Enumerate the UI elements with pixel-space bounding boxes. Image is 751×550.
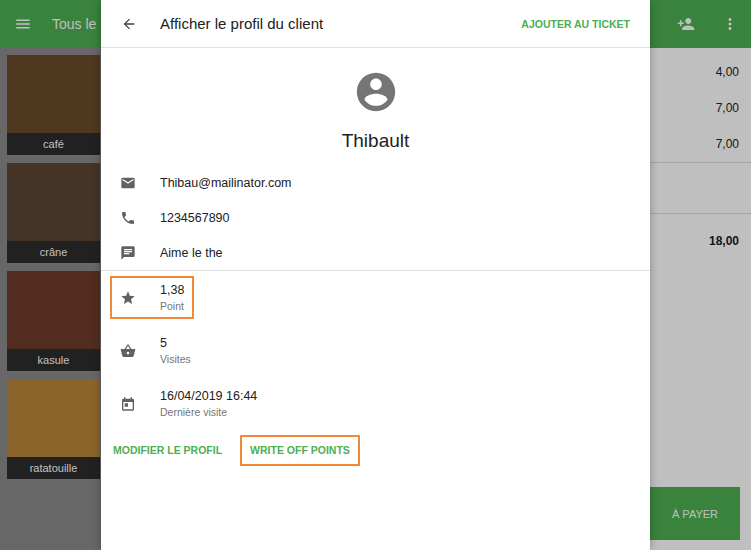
contact-text: 1234567890 <box>160 211 230 225</box>
stat-label: Dernière visite <box>160 405 257 419</box>
stat-box: 1,38Point <box>110 276 194 319</box>
contact-row: 1234567890 <box>101 200 650 235</box>
stats-list: 1,38Point 5Visites 16/04/2019 16:44Dernièr… <box>101 271 650 430</box>
avatar-icon <box>353 69 399 115</box>
stat-text: 1,38Point <box>160 282 184 313</box>
note-icon <box>120 245 136 261</box>
contact-list: Thibau@mailinator.com 1234567890 Aime le t… <box>101 165 650 271</box>
add-to-ticket-button[interactable]: AJOUTER AU TICKET <box>513 16 638 32</box>
calendar-icon <box>120 396 136 412</box>
stat-row: 16/04/2019 16:44Dernière visite <box>101 377 650 430</box>
contact-text: Thibau@mailinator.com <box>160 176 292 190</box>
contact-row: Aime le the <box>101 235 650 270</box>
stat-label: Point <box>160 299 184 313</box>
phone-icon <box>120 210 136 226</box>
dialog-actions: MODIFIER LE PROFIL WRITE OFF POINTS <box>101 430 650 470</box>
contact-row: Thibau@mailinator.com <box>101 165 650 200</box>
stat-box: 5Visites <box>110 329 201 372</box>
customer-profile-dialog: Afficher le profil du client AJOUTER AU T… <box>101 0 650 550</box>
dialog-action-button[interactable]: MODIFIER LE PROFIL <box>103 435 232 466</box>
email-icon <box>120 175 136 191</box>
dialog-title: Afficher le profil du client <box>160 15 323 32</box>
stat-value: 5 <box>160 335 191 352</box>
pos-screen: Tous lecafécrânekasuleratatouille4,007,0… <box>0 0 751 550</box>
stat-row: 5Visites <box>101 324 650 377</box>
basket-icon <box>120 343 136 359</box>
stat-row: 1,38Point <box>101 271 650 324</box>
stat-label: Visites <box>160 352 191 366</box>
star-icon <box>120 290 136 306</box>
stat-value: 16/04/2019 16:44 <box>160 388 257 405</box>
contact-text: Aime le the <box>160 246 223 260</box>
stat-value: 1,38 <box>160 282 184 299</box>
stat-text: 5Visites <box>160 335 191 366</box>
stat-box: 16/04/2019 16:44Dernière visite <box>110 382 267 425</box>
dialog-header: Afficher le profil du client AJOUTER AU T… <box>101 0 650 48</box>
customer-name: Thibault <box>101 129 650 153</box>
dialog-action-button[interactable]: WRITE OFF POINTS <box>240 435 360 466</box>
stat-text: 16/04/2019 16:44Dernière visite <box>160 388 257 419</box>
back-arrow-icon[interactable] <box>121 16 137 32</box>
